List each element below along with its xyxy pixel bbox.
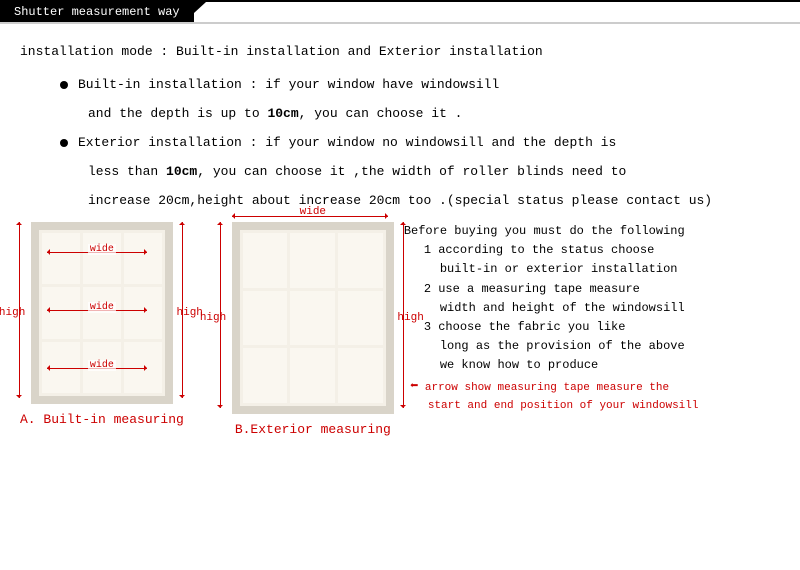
header-bar: Shutter measurement way [0, 0, 800, 24]
caption-a: A. Built-in measuring [20, 412, 184, 427]
diagram-a: high high wide wide wide A. [20, 222, 184, 437]
dim-arrow-h [232, 216, 388, 217]
builtin-line2b: , you can choose it . [299, 106, 463, 121]
step3a: 3 choose the fabric you like [404, 318, 780, 337]
steps-text: Before buying you must do the following … [394, 222, 780, 437]
wide-label-a1: wide [88, 244, 116, 255]
exterior-line3: increase 20cm,height about increase 20cm… [60, 193, 780, 208]
arrow-note-1: arrow show measuring tape measure the [425, 382, 669, 394]
builtin-line2a: and the depth is up to [88, 106, 267, 121]
step3b: long as the provision of the above [404, 337, 780, 356]
bullet-icon [60, 81, 68, 89]
exterior-line1: Exterior installation : if your window n… [78, 135, 616, 150]
wide-label-a2: wide [88, 302, 116, 313]
bullet-exterior: Exterior installation : if your window n… [20, 135, 780, 208]
step1b: built-in or exterior installation [404, 260, 780, 279]
before-line: Before buying you must do the following [404, 222, 780, 241]
arrow-note: ⬅ arrow show measuring tape measure the … [404, 376, 780, 416]
exterior-10cm: 10cm [166, 164, 197, 179]
dim-arrow-v [19, 222, 20, 398]
high-label-a-left: high [0, 307, 25, 319]
builtin-10cm: 10cm [267, 106, 298, 121]
installation-mode-line: installation mode : Built-in installatio… [20, 44, 780, 59]
arrow-left-icon: ⬅ [410, 379, 418, 395]
wide-label-a3: wide [88, 360, 116, 371]
step3c: we know how to produce [404, 356, 780, 375]
exterior-line2b: , you can choose it ,the width of roller… [197, 164, 626, 179]
step1a: 1 according to the status choose [404, 241, 780, 260]
header-title: Shutter measurement way [0, 2, 194, 22]
diagram-b: wide high high B.Exterior measuring [232, 222, 394, 437]
high-label-b-left: high [200, 312, 226, 324]
bullet-icon [60, 139, 68, 147]
diagrams: high high wide wide wide A. [20, 222, 394, 437]
exterior-line2a: less than [88, 164, 166, 179]
step2a: 2 use a measuring tape measure [404, 280, 780, 299]
dim-arrow-v [220, 222, 221, 408]
window-frame-b [232, 222, 394, 414]
caption-b: B.Exterior measuring [232, 422, 394, 437]
high-label-b-right: high [397, 312, 423, 324]
content: installation mode : Built-in installatio… [0, 44, 800, 437]
dim-arrow-v [182, 222, 183, 398]
builtin-line1: Built-in installation : if your window h… [78, 77, 499, 92]
dim-arrow-v [403, 222, 404, 408]
step2b: width and height of the windowsill [404, 299, 780, 318]
arrow-note-2: start and end position of your windowsil… [410, 400, 699, 412]
lower-section: high high wide wide wide A. [20, 222, 780, 437]
bullet-builtin: Built-in installation : if your window h… [20, 77, 780, 121]
